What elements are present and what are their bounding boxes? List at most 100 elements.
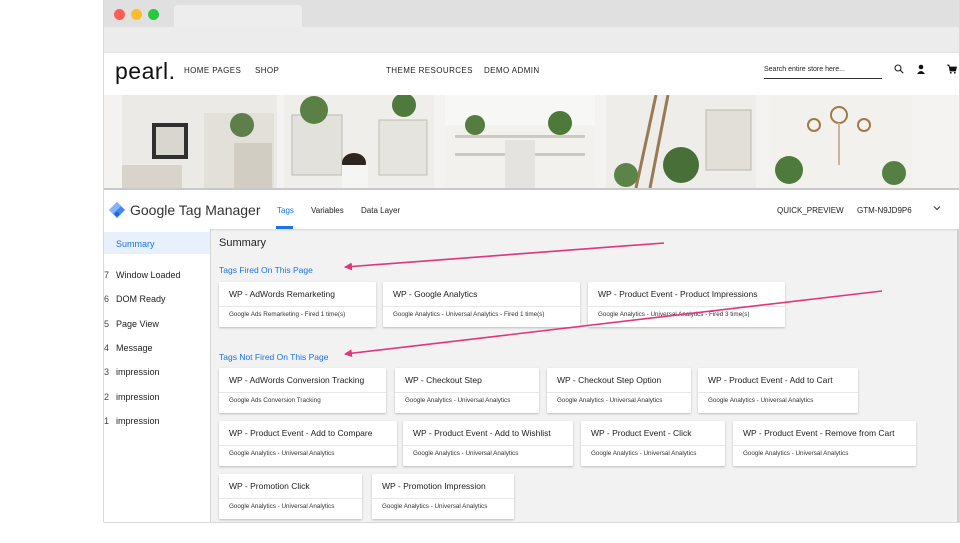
tag-card-title: WP - Product Event - Add to Wishlist [413, 428, 551, 438]
tag-card-divider [547, 392, 691, 393]
tag-card-subtitle: Google Ads Remarketing - Fired 1 time(s) [229, 311, 346, 318]
fired-section-title: Tags Fired On This Page [219, 265, 313, 275]
site-logo[interactable]: pearl. [115, 58, 176, 85]
tag-card-title: WP - Promotion Click [229, 481, 310, 491]
tag-card-subtitle: Google Analytics - Universal Analytics [229, 503, 335, 510]
tag-card-divider [219, 445, 397, 446]
event-number: 6 [104, 294, 110, 304]
tag-card-title: WP - Product Event - Remove from Cart [743, 428, 895, 438]
hero-photo-1 [122, 95, 277, 188]
tag-card-divider [588, 306, 785, 307]
tag-card-title: WP - AdWords Remarketing [229, 289, 335, 299]
active-tab-indicator [276, 226, 293, 229]
fired-tag-card[interactable]: WP - Google Analytics Google Analytics - … [383, 282, 580, 327]
browser-address-bar[interactable] [104, 27, 959, 53]
tag-card-divider [698, 392, 858, 393]
gtm-debug-panel: Google Tag Manager Tags Variables Data L… [104, 188, 959, 522]
event-label: Window Loaded [116, 270, 181, 280]
not-fired-tag-card[interactable]: WP - Promotion Impression Google Analytic… [372, 474, 514, 519]
nav-home-pages[interactable]: HOME PAGES [184, 66, 241, 75]
event-number: 5 [104, 319, 110, 329]
tag-card-subtitle: Google Analytics - Universal Analytics [708, 397, 814, 404]
gtm-title: Google Tag Manager [130, 202, 261, 218]
tag-card-divider [581, 445, 725, 446]
tag-card-divider [219, 498, 362, 499]
not-fired-tag-card[interactable]: WP - Checkout Step Google Analytics - Uni… [395, 368, 539, 413]
tag-card-subtitle: Google Analytics - Universal Analytics [405, 397, 511, 404]
not-fired-tag-card[interactable]: WP - Product Event - Add to Wishlist Goog… [403, 421, 573, 466]
tag-card-divider [219, 306, 376, 307]
not-fired-tag-card[interactable]: WP - Product Event - Add to Compare Googl… [219, 421, 397, 466]
tag-card-title: WP - AdWords Conversion Tracking [229, 375, 365, 385]
tag-card-title: WP - Product Event - Click [591, 428, 692, 438]
event-label: impression [116, 367, 160, 377]
window-close-button[interactable] [114, 9, 125, 20]
browser-window: pearl. HOME PAGES SHOP THEME RESOURCES D… [103, 0, 960, 523]
fired-tag-card[interactable]: WP - AdWords Remarketing Google Ads Remar… [219, 282, 376, 327]
page-title: Summary [219, 237, 267, 249]
not-fired-tag-card[interactable]: WP - AdWords Conversion Tracking Google A… [219, 368, 386, 413]
event-label: DOM Ready [116, 294, 166, 304]
tab-data-layer[interactable]: Data Layer [361, 206, 400, 215]
tag-card-subtitle: Google Analytics - Universal Analytics [229, 450, 335, 457]
event-number: 3 [104, 367, 110, 377]
tag-card-title: WP - Checkout Step [405, 375, 482, 385]
event-sidebar: Summary 7 Window Loaded 6 DOM Ready 5 Page Vi… [104, 229, 211, 522]
tab-variables[interactable]: Variables [311, 206, 344, 215]
event-number: 4 [104, 343, 110, 353]
tag-card-divider [372, 498, 514, 499]
tag-card-title: WP - Promotion Impression [382, 481, 486, 491]
event-number: 2 [104, 392, 110, 402]
tag-card-divider [383, 306, 580, 307]
sidebar-item-summary[interactable]: Summary [104, 232, 210, 254]
gtm-logo-icon [109, 202, 125, 218]
tag-card-divider [403, 445, 573, 446]
window-maximize-button[interactable] [148, 9, 159, 20]
sidebar-summary-label: Summary [116, 239, 155, 249]
tag-card-subtitle: Google Ads Conversion Tracking [229, 397, 321, 404]
tag-card-title: WP - Google Analytics [393, 289, 478, 299]
not-fired-tag-card[interactable]: WP - Promotion Click Google Analytics - U… [219, 474, 362, 519]
tag-card-title: WP - Product Event - Add to Compare [229, 428, 373, 438]
tag-card-subtitle: Google Analytics - Universal Analytics [382, 503, 488, 510]
not-fired-tag-card[interactable]: WP - Product Event - Remove from Cart Goo… [733, 421, 916, 466]
hero-photo-5 [769, 95, 912, 188]
hero-photo-4 [606, 95, 756, 188]
tag-card-subtitle: Google Analytics - Universal Analytics -… [393, 311, 545, 318]
not-fired-tag-card[interactable]: WP - Checkout Step Option Google Analytic… [547, 368, 691, 413]
chevron-down-icon[interactable] [932, 203, 942, 216]
tag-card-divider [395, 392, 539, 393]
gtm-toolbar: Google Tag Manager Tags Variables Data L… [104, 190, 959, 229]
hero-image-strip [104, 95, 959, 188]
not-fired-section-title: Tags Not Fired On This Page [219, 352, 329, 362]
fired-tag-card[interactable]: WP - Product Event - Product Impressions… [588, 282, 785, 327]
tag-card-subtitle: Google Analytics - Universal Analytics [591, 450, 697, 457]
nav-demo-admin[interactable]: DEMO ADMIN [484, 66, 540, 75]
container-id-label: GTM-N9JD9P6 [857, 206, 912, 215]
nav-shop[interactable]: SHOP [255, 66, 279, 75]
browser-tab[interactable] [174, 5, 302, 27]
tag-card-title: WP - Product Event - Product Impressions [598, 289, 758, 299]
window-minimize-button[interactable] [131, 9, 142, 20]
not-fired-tag-card[interactable]: WP - Product Event - Add to Cart Google A… [698, 368, 858, 413]
nav-theme-resources[interactable]: THEME RESOURCES [386, 66, 473, 75]
site-search-input[interactable]: Search entire store here... [764, 65, 882, 79]
tag-card-divider [733, 445, 916, 446]
event-number: 1 [104, 416, 110, 426]
search-icon[interactable] [894, 64, 904, 77]
browser-tab-strip [104, 0, 959, 27]
event-number: 7 [104, 270, 110, 280]
tag-card-subtitle: Google Analytics - Universal Analytics [557, 397, 663, 404]
tab-tags[interactable]: Tags [277, 206, 294, 215]
quick-preview-label: QUICK_PREVIEW [777, 206, 844, 215]
site-header: pearl. HOME PAGES SHOP THEME RESOURCES D… [104, 53, 959, 95]
tag-card-subtitle: Google Analytics - Universal Analytics [743, 450, 849, 457]
event-label: Page View [116, 319, 159, 329]
not-fired-tag-card[interactable]: WP - Product Event - Click Google Analyti… [581, 421, 725, 466]
cart-icon[interactable] [947, 64, 958, 77]
tag-card-subtitle: Google Analytics - Universal Analytics [413, 450, 519, 457]
event-label: impression [116, 392, 160, 402]
user-icon[interactable] [916, 64, 926, 77]
tag-card-subtitle: Google Analytics - Universal Analytics -… [598, 311, 750, 318]
hero-photo-3 [445, 95, 595, 188]
